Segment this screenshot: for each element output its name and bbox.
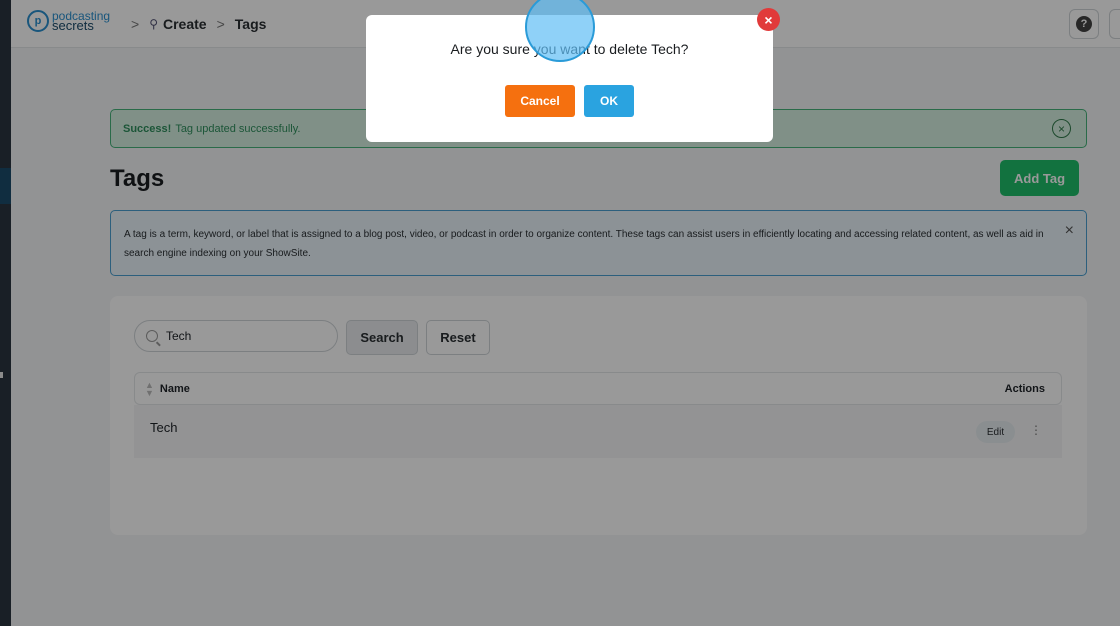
ok-button[interactable]: OK [584, 85, 634, 117]
close-icon[interactable]: × [757, 8, 780, 31]
cancel-button[interactable]: Cancel [505, 85, 575, 117]
